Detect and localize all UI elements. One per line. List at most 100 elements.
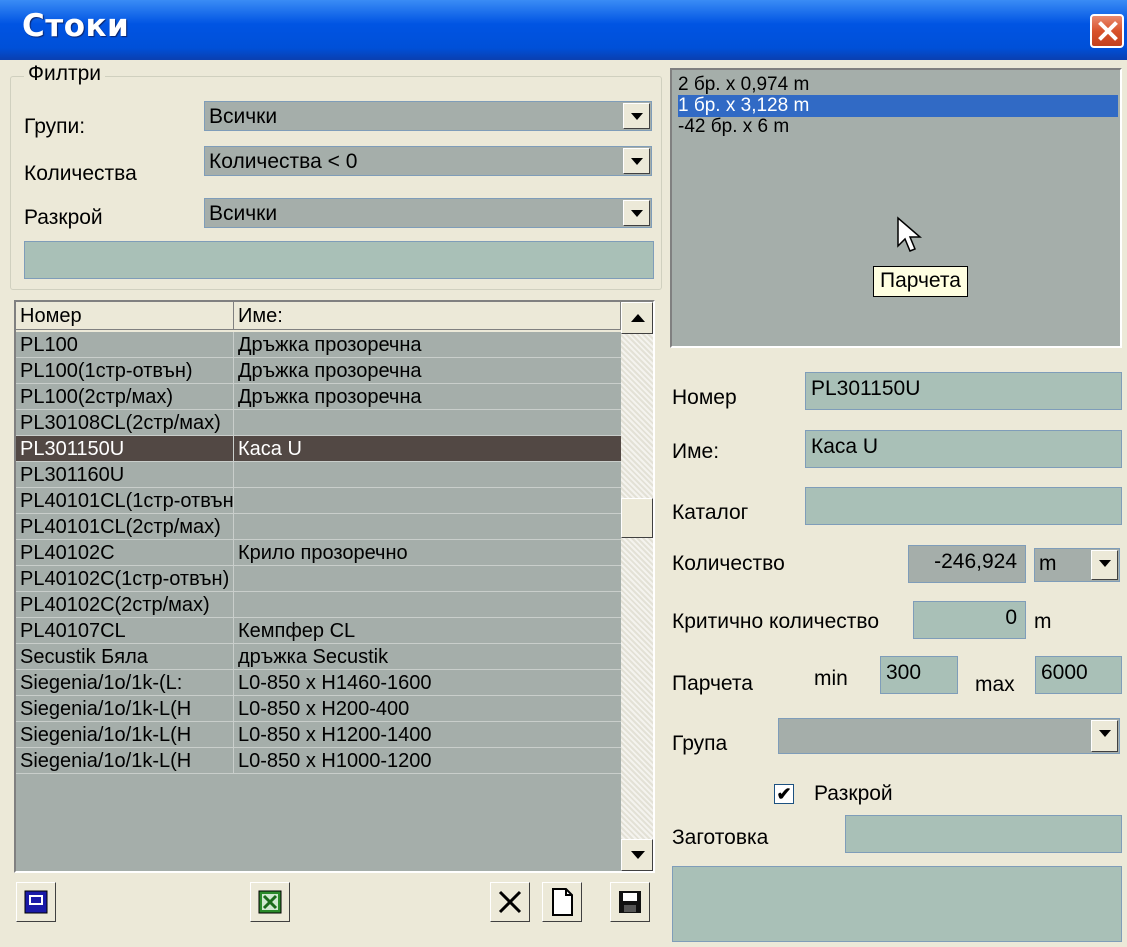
table-row[interactable]: Secustik Бяла дръжка Secustik	[16, 644, 621, 670]
table-row[interactable]: PL100(1стр-отвън) Дръжка прозоречна	[16, 358, 621, 384]
cell-name	[234, 410, 621, 436]
save-button[interactable]	[610, 882, 650, 922]
group-label: Група	[672, 732, 728, 755]
cell-number: PL40101CL(2стр/мах)	[16, 514, 234, 540]
checkmark-icon: ✔	[776, 784, 792, 804]
table-row[interactable]: Siegenia/1o/1k-L(H L0-850 x H1200-1400	[16, 722, 621, 748]
min-field[interactable]: 300	[880, 656, 958, 694]
cell-number: Siegenia/1o/1k-L(H	[16, 696, 234, 722]
table-row[interactable]: PL40102C Крило прозоречно	[16, 540, 621, 566]
table-row[interactable]: Siegenia/1o/1k-L(H L0-850 x H200-400	[16, 696, 621, 722]
cell-name: Каса U	[238, 438, 302, 460]
cell-name	[234, 514, 621, 540]
chevron-down-icon[interactable]	[1091, 550, 1118, 580]
scroll-up-button[interactable]	[621, 302, 653, 334]
excel-icon	[258, 890, 282, 914]
table-header: Номер Име:	[16, 302, 621, 332]
chevron-down-icon[interactable]	[623, 200, 650, 226]
search-input[interactable]	[24, 241, 654, 279]
new-button[interactable]	[542, 882, 582, 922]
excel-button[interactable]	[250, 882, 290, 922]
chevron-down-icon[interactable]	[623, 103, 650, 129]
close-button[interactable]	[1090, 14, 1124, 48]
scroll-down-button[interactable]	[621, 839, 653, 871]
scroll-thumb[interactable]	[621, 498, 653, 538]
critical-quantity-value: 0	[1005, 606, 1017, 629]
pieces-tooltip: Парчета	[873, 266, 968, 297]
table-row[interactable]: Siegenia/1o/1k-(L: L0-850 x H1460-1600	[16, 670, 621, 696]
table-row[interactable]: Siegenia/1o/1k-L(H L0-850 x H1000-1200	[16, 748, 621, 774]
table-row[interactable]: PL30108CL(2стр/мах)	[16, 410, 621, 436]
notes-textarea[interactable]	[672, 866, 1122, 942]
cell-number: Siegenia/1o/1k-(L:	[16, 670, 234, 696]
name-field-value: Каса U	[811, 435, 879, 458]
quantities-label: Количества	[24, 162, 137, 185]
cell-number: PL301160U	[16, 462, 234, 488]
title-bar: Стоки	[0, 0, 1127, 60]
cell-name	[234, 566, 621, 592]
cell-number: PL100(1стр-отвън)	[16, 358, 234, 384]
quantity-field: -246,924	[908, 545, 1026, 583]
table-row[interactable]: PL100 Дръжка прозоречна	[16, 332, 621, 358]
pieces-label: Парчета	[672, 672, 753, 695]
quantity-field-value: -246,924	[934, 550, 1017, 573]
unit-select-value: m	[1039, 552, 1057, 575]
max-field[interactable]: 6000	[1035, 656, 1122, 694]
number-field[interactable]: PL301150U	[805, 372, 1122, 410]
export-button[interactable]	[16, 882, 56, 922]
cell-number: Siegenia/1o/1k-L(H	[16, 722, 234, 748]
cell-name: дръжка Secustik	[238, 646, 389, 668]
cell-number: PL40102C(2стр/мах)	[16, 592, 234, 618]
cell-name: L0-850 x H1200-1400	[238, 724, 432, 746]
column-header-number[interactable]: Номер	[16, 302, 234, 330]
delete-button[interactable]	[490, 882, 530, 922]
pieces-list-item[interactable]: -42 бр. x 6 m	[678, 116, 1118, 138]
cell-number: PL40101CL(1стр-отвън)	[16, 488, 234, 514]
group-select[interactable]	[778, 718, 1120, 754]
groups-select[interactable]: Всички	[204, 101, 652, 131]
chevron-down-icon[interactable]	[1091, 720, 1118, 752]
cutting-filter-value: Всички	[209, 202, 278, 225]
groups-select-value: Всички	[209, 105, 278, 128]
cell-number: PL40102C	[16, 540, 234, 566]
items-table[interactable]: Номер Име: PL100 Дръжка прозоречна PL100(…	[14, 300, 655, 873]
cell-number: PL40107CL	[16, 618, 234, 644]
table-row[interactable]: PL40102C(2стр/мах)	[16, 592, 621, 618]
quantities-select[interactable]: Количества < 0	[204, 146, 652, 176]
cell-name: L0-850 x H200-400	[238, 698, 410, 720]
blank-label: Заготовка	[672, 826, 769, 849]
cutting-checkbox[interactable]: ✔	[774, 784, 794, 804]
table-row-selected[interactable]: PL301150U Каса U	[16, 436, 621, 462]
catalog-field[interactable]	[805, 487, 1122, 525]
unit-select[interactable]: m	[1034, 548, 1120, 582]
pieces-list-item[interactable]: 1 бр. x 3,128 m	[678, 95, 1118, 117]
table-row[interactable]: PL301160U	[16, 462, 621, 488]
table-row[interactable]: PL40101CL(1стр-отвън)	[16, 488, 621, 514]
table-row[interactable]: PL40107CL Кемпфер CL	[16, 618, 621, 644]
cell-number: PL100(2стр/мах)	[16, 384, 234, 410]
filters-legend: Филтри	[24, 62, 105, 86]
table-row[interactable]: PL40102C(1стр-отвън)	[16, 566, 621, 592]
cursor-icon	[897, 216, 923, 252]
table-row[interactable]: PL100(2стр/мах) Дръжка прозоречна	[16, 384, 621, 410]
cell-number: PL40102C(1стр-отвън)	[16, 566, 234, 592]
cutting-filter-select[interactable]: Всички	[204, 198, 652, 228]
table-row[interactable]: PL40101CL(2стр/мах)	[16, 514, 621, 540]
max-label: max	[975, 673, 1015, 696]
cell-name: L0-850 x H1000-1200	[238, 750, 432, 772]
critical-quantity-field[interactable]: 0	[913, 601, 1026, 639]
blank-field[interactable]	[845, 815, 1122, 853]
cell-name	[234, 592, 621, 618]
quantity-label: Количество	[672, 552, 785, 575]
column-header-name[interactable]: Име:	[234, 302, 621, 330]
window-title: Стоки	[22, 8, 130, 44]
chevron-down-icon[interactable]	[623, 148, 650, 174]
max-field-value: 6000	[1041, 661, 1088, 684]
critical-quantity-unit: m	[1034, 610, 1052, 633]
cell-name: Дръжка прозоречна	[238, 386, 422, 408]
pieces-list[interactable]: 2 бр. x 0,974 m 1 бр. x 3,128 m -42 бр. …	[670, 68, 1122, 348]
cutting-checkbox-label: Разкрой	[814, 782, 893, 805]
pieces-list-item[interactable]: 2 бр. x 0,974 m	[678, 74, 1118, 96]
name-field[interactable]: Каса U	[805, 430, 1122, 468]
vertical-scrollbar[interactable]	[621, 302, 653, 871]
